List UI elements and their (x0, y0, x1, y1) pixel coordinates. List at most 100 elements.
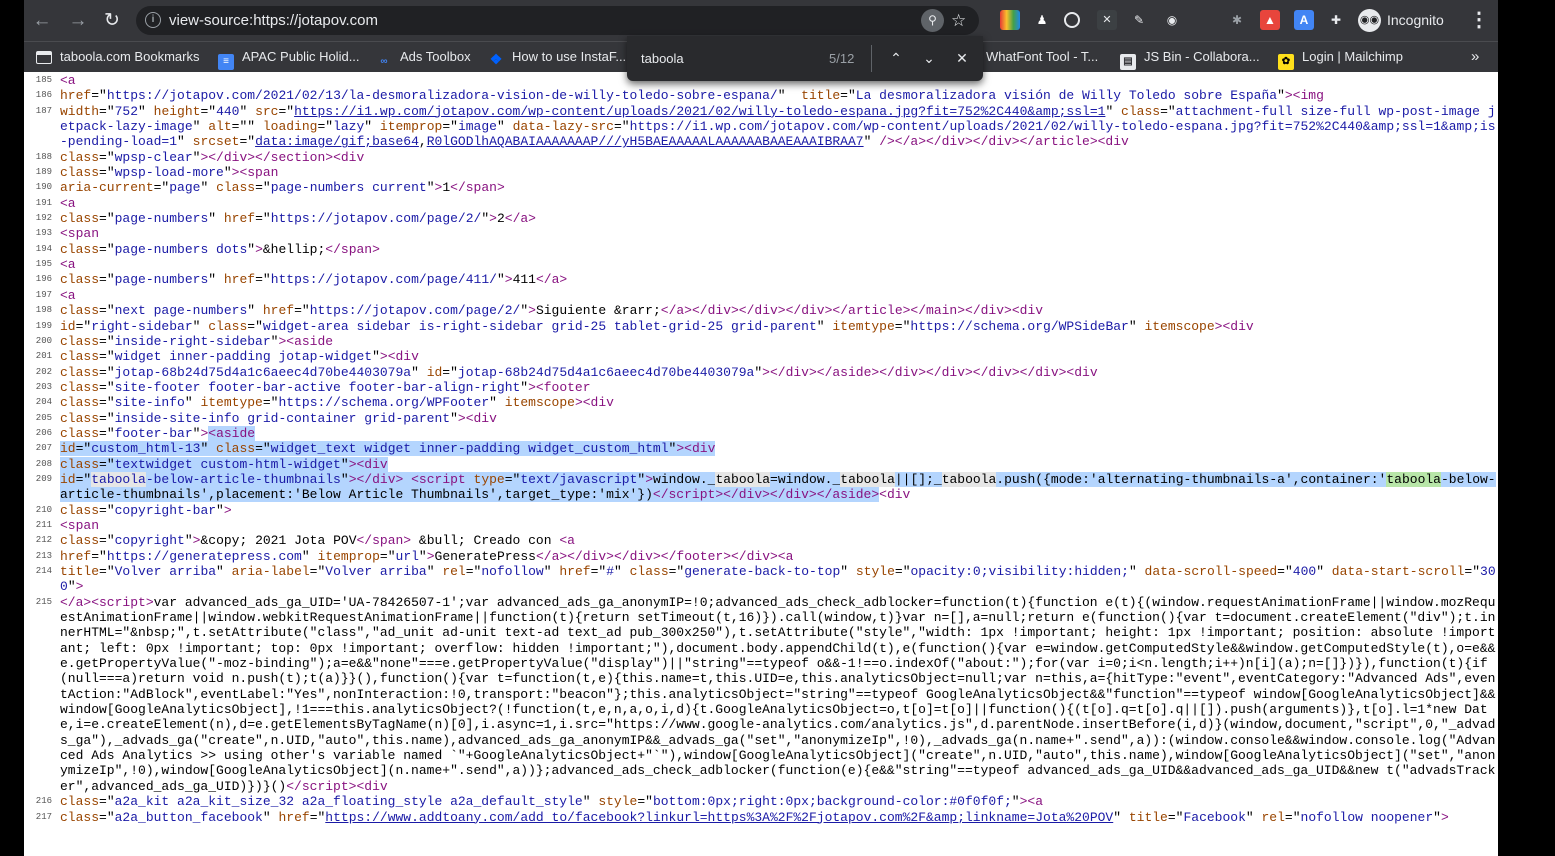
line-number: 202 (35, 366, 52, 377)
source-line: 187 width="752" height="440" src="https:/… (24, 104, 1498, 150)
line-code: class="page-numbers" href="https://jotap… (60, 272, 568, 288)
line-number: 199 (35, 320, 52, 331)
line-code: class="next page-numbers" href="https://… (60, 303, 1044, 319)
line-code: id="right-sidebar" class="widget-area si… (60, 318, 1254, 334)
back-arrow-icon[interactable]: ← (30, 9, 54, 33)
source-line: 215 </a><script>var advanced_ads_ga_UID='… (24, 595, 1498, 794)
source-line: 198 class="next page-numbers" href="https… (24, 303, 1498, 318)
find-close-icon[interactable]: ✕ (952, 48, 972, 68)
source-line: 205 class="inside-site-info grid-containe… (24, 411, 1498, 426)
bookmark-item[interactable]: ✿ Login | Mailchimp (1278, 47, 1403, 70)
line-code: <a (60, 195, 76, 211)
line-code: class="jotap-68b24d75d4a1c6aeec4d70be440… (60, 364, 1098, 380)
address-bar[interactable]: i view-source:https://jotapov.com ⚲ ☆ (136, 6, 979, 35)
line-number: 190 (35, 182, 52, 193)
line-number: 193 (35, 228, 52, 239)
line-code: class="footer-bar"><aside (60, 425, 256, 441)
line-code: <span (60, 517, 100, 533)
incognito-label: Incognito (1387, 12, 1444, 28)
source-line: 203 class="site-footer footer-bar-active … (24, 380, 1498, 395)
line-code: class="widget inner-padding jotap-widget… (60, 349, 419, 365)
line-code: class="wpsp-clear"></div></section><div (60, 149, 365, 165)
source-line: 189 class="wpsp-load-more"><span (24, 165, 1498, 180)
line-number: 195 (35, 259, 52, 270)
colorzilla-icon[interactable] (1000, 10, 1020, 30)
bookmark-item[interactable]: ≡ APAC Public Holid... (218, 47, 360, 70)
source-line: 186 href="https://jotapov.com/2021/02/13/… (24, 88, 1498, 103)
line-number: 186 (35, 90, 52, 101)
bookmark-item[interactable]: ∞ Ads Toolbox (376, 47, 471, 67)
line-number: 198 (35, 305, 52, 316)
line-code: class="wpsp-load-more"><span (60, 165, 279, 181)
line-number: 216 (35, 796, 52, 807)
find-count: 5/12 (829, 51, 855, 66)
find-divider (871, 45, 872, 72)
line-number: 211 (35, 519, 52, 530)
bookmark-item[interactable]: ❖ How to use InstaF... (488, 47, 626, 67)
source-line: 204 class="site-info" itemtype="https://s… (24, 395, 1498, 410)
info-icon[interactable]: i (145, 12, 161, 28)
line-number: 189 (35, 167, 52, 178)
puzzle-icon[interactable]: ✚ (1326, 10, 1346, 30)
reload-icon[interactable]: ↻ (100, 9, 124, 33)
line-code: class="copyright">&copy; 2021 Jota POV</… (60, 533, 575, 549)
line-number: 200 (35, 335, 52, 346)
source-line: 201 class="widget inner-padding jotap-wid… (24, 349, 1498, 364)
incognito-icon: ◉◉ (1358, 9, 1381, 32)
source-view[interactable]: 185 <a 186 href="https://jotapov.com/2021/0… (24, 73, 1498, 856)
find-input[interactable]: taboola (641, 51, 684, 66)
line-number: 213 (35, 550, 52, 561)
source-line: 191 <a (24, 196, 1498, 211)
line-number: 197 (35, 289, 52, 300)
bookmark-item[interactable]: ▤ JS Bin - Collabora... (1120, 47, 1260, 70)
source-line: 188 class="wpsp-clear"></div></section><d… (24, 150, 1498, 165)
jsbin-icon: ▤ (1120, 54, 1136, 70)
url-text[interactable]: view-source:https://jotapov.com (169, 12, 378, 29)
forward-arrow-icon[interactable]: → (66, 9, 90, 33)
line-number: 215 (35, 596, 52, 607)
source-line: 194 class="page-numbers dots">&hellip;</s… (24, 242, 1498, 257)
pen-icon[interactable]: ✎ (1129, 10, 1149, 30)
bookmark-item[interactable]: taboola.com Bookmarks (36, 47, 199, 67)
source-line: 190 aria-current="page" class="page-numbe… (24, 180, 1498, 195)
line-number: 194 (35, 243, 52, 254)
bug-icon[interactable]: ✱ (1227, 10, 1247, 30)
bookmark-label: WhatFont Tool - T... (986, 49, 1099, 64)
find-in-page-icon[interactable]: ⚲ (921, 9, 944, 32)
x-icon[interactable]: ✕ (1097, 10, 1117, 30)
wappalyzer-icon[interactable]: ♟ (1032, 10, 1052, 30)
line-number: 192 (35, 213, 52, 224)
source-line: 207 id="custom_html-13" class="widget_tex… (24, 441, 1498, 457)
line-number: 203 (35, 381, 52, 392)
fire-icon[interactable]: ▲ (1260, 10, 1280, 30)
bookmark-item[interactable]: WhatFont Tool - T... (986, 47, 1098, 67)
circle-icon[interactable] (1064, 12, 1080, 28)
bookmark-star-icon[interactable]: ☆ (951, 9, 966, 32)
find-previous-icon[interactable]: ⌃ (886, 48, 906, 68)
find-next-icon[interactable]: ⌄ (919, 48, 939, 68)
source-line: 217 class="a2a_button_facebook" href="htt… (24, 810, 1498, 825)
line-number: 206 (35, 427, 52, 438)
line-number: 188 (35, 151, 52, 162)
bookmark-label: JS Bin - Collabora... (1144, 49, 1260, 64)
line-code: class="a2a_kit a2a_kit_size_32 a2a_float… (60, 794, 1044, 810)
menu-icon[interactable]: ⋮ (1469, 9, 1489, 31)
line-code: class="copyright-bar"> (60, 502, 232, 518)
ads-icon: ∞ (380, 56, 388, 67)
source-line: 213 href="https://generatepress.com" item… (24, 549, 1498, 564)
line-number: 191 (35, 197, 52, 208)
camera-icon[interactable]: ◉ (1162, 10, 1182, 30)
line-code: class="a2a_button_facebook" href="https:… (60, 809, 1449, 825)
translate-icon[interactable]: A (1294, 10, 1314, 30)
line-number: 205 (35, 412, 52, 423)
bookmarks-overflow-button[interactable]: » (1471, 47, 1479, 67)
bookmark-label: Ads Toolbox (400, 49, 471, 64)
source-line: 214 title="Volver arriba" aria-label="Vol… (24, 564, 1498, 595)
line-number: 185 (35, 75, 52, 85)
incognito-indicator[interactable]: ◉◉ Incognito (1358, 8, 1460, 33)
line-code: class="textwidget custom-html-widget"><d… (60, 456, 388, 472)
line-number: 214 (35, 566, 52, 576)
line-number: 204 (35, 397, 52, 408)
browser-window: ← → ↻ i view-source:https://jotapov.com … (24, 0, 1498, 856)
line-code: class="inside-right-sidebar"><aside (60, 333, 334, 349)
